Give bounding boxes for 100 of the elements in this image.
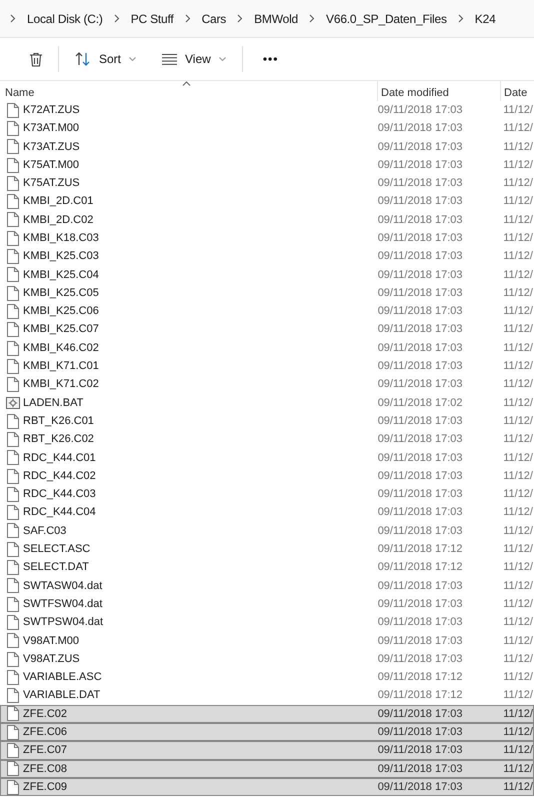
file-icon: [7, 614, 19, 630]
file-icon: [7, 468, 19, 484]
more-button[interactable]: •••: [254, 44, 286, 74]
file-icon: [7, 652, 19, 667]
file-row[interactable]: VARIABLE.ASC 09/11/2018 17:12 11/12/: [0, 668, 534, 686]
file-row[interactable]: SAF.C03 09/11/2018 17:03 11/12/: [0, 522, 534, 540]
sort-caret-icon: [182, 81, 191, 86]
date-modified: 09/11/2018 17:03: [378, 286, 464, 301]
date-cell-text: 11/12/: [503, 304, 533, 320]
date-cell-text: 11/12/: [503, 615, 533, 630]
file-row[interactable]: SELECT.DAT 09/11/2018 17:12 11/12/: [0, 558, 534, 577]
file-row[interactable]: RDC_K44.C02 09/11/2018 17:03 11/12/: [0, 466, 534, 486]
file-icon: [7, 688, 19, 704]
breadcrumb-item[interactable]: V66.0_SP_Daten_Files: [326, 10, 447, 28]
file-icon: [7, 505, 19, 520]
file-row[interactable]: KMBI_K71.C02 09/11/2018 17:03 11/12/: [0, 375, 534, 394]
file-row[interactable]: KMBI_K25.C06 09/11/2018 17:03 11/12/: [0, 302, 534, 321]
file-row[interactable]: RDC_K44.C03 09/11/2018 17:03 11/12/: [0, 485, 534, 504]
file-name: KMBI_K18.C03: [23, 230, 100, 246]
file-name: ZFE.C08: [23, 762, 68, 777]
date-modified: 09/11/2018 17:03: [378, 487, 464, 502]
date-cell-text: 11/12/: [503, 176, 533, 192]
date-cell-text: 11/12/: [503, 121, 533, 136]
file-name: KMBI_K25.C04: [23, 268, 100, 283]
file-row[interactable]: KMBI_K46.C02 09/11/2018 17:03 11/12/: [0, 338, 534, 358]
date-cell-text: 11/12/: [503, 102, 533, 118]
file-icon: [7, 120, 19, 136]
sort-button[interactable]: Sort: [71, 44, 140, 74]
file-row[interactable]: K73AT.ZUS 09/11/2018 17:03 11/12/: [0, 138, 534, 156]
file-row[interactable]: RDC_K44.C01 09/11/2018 17:03 11/12/: [0, 448, 534, 467]
breadcrumb-item[interactable]: PC Stuff: [130, 10, 174, 28]
file-row[interactable]: ZFE.C06 09/11/2018 17:03 11/12/: [0, 723, 534, 742]
breadcrumb-item[interactable]: BMWold: [254, 10, 298, 28]
file-row[interactable]: ZFE.C07 09/11/2018 17:03 11/12/: [0, 741, 534, 760]
file-icon: [7, 780, 19, 795]
file-row[interactable]: K73AT.M00 09/11/2018 17:03 11/12/: [0, 119, 534, 138]
file-row[interactable]: SWTASW04.dat 09/11/2018 17:03 11/12/: [0, 576, 534, 596]
file-row[interactable]: KMBI_K18.C03 09/11/2018 17:03 11/12/: [0, 229, 534, 248]
view-button[interactable]: View: [158, 44, 230, 74]
file-row[interactable]: RBT_K26.C01 09/11/2018 17:03 11/12/: [0, 412, 534, 430]
date-cell-text: 11/12/: [503, 340, 533, 356]
address-bar[interactable]: Local Disk (C:) PC Stuff Cars BMWold V66.0_SP_Daten_Files K24: [0, 0, 534, 38]
breadcrumb-item[interactable]: Cars: [202, 10, 226, 28]
file-row[interactable]: KMBI_K25.C05 09/11/2018 17:03 11/12/: [0, 284, 534, 302]
file-row[interactable]: KMBI_2D.C02 09/11/2018 17:03 11/12/: [0, 210, 534, 230]
file-icon: [7, 139, 19, 154]
file-icon: [7, 523, 19, 538]
file-name: K73AT.ZUS: [23, 140, 81, 154]
file-name: RDC_K44.C03: [23, 487, 97, 502]
file-row[interactable]: RDC_K44.C04 09/11/2018 17:03 11/12/: [0, 504, 534, 522]
file-row[interactable]: KMBI_2D.C01 09/11/2018 17:03 11/12/: [0, 192, 534, 211]
gear-file-icon: [6, 396, 20, 409]
file-row[interactable]: SWTPSW04.dat 09/11/2018 17:03 11/12/: [0, 613, 534, 632]
file-row[interactable]: K75AT.M00 09/11/2018 17:03 11/12/: [0, 156, 534, 174]
file-row[interactable]: SWTFSW04.dat 09/11/2018 17:03 11/12/: [0, 595, 534, 614]
file-row[interactable]: RBT_K26.C02 09/11/2018 17:03 11/12/: [0, 430, 534, 449]
date-modified: 09/11/2018 17:03: [378, 249, 464, 264]
file-name: K73AT.M00: [23, 121, 80, 136]
file-row[interactable]: V98AT.ZUS 09/11/2018 17:03 11/12/: [0, 650, 534, 668]
date-cell-text: 11/12/: [503, 487, 533, 502]
file-name: KMBI_K25.C06: [23, 304, 100, 320]
date-modified: 09/11/2018 17:03: [378, 268, 464, 283]
file-icon: [7, 194, 19, 210]
file-row[interactable]: K75AT.ZUS 09/11/2018 17:03 11/12/: [0, 174, 534, 192]
file-name: SELECT.DAT: [23, 560, 90, 576]
file-row[interactable]: SELECT.ASC 09/11/2018 17:12 11/12/: [0, 540, 534, 558]
date-modified: 09/11/2018 17:12: [378, 688, 464, 704]
file-row[interactable]: ZFE.C08 09/11/2018 17:03 11/12/: [0, 760, 534, 778]
file-row[interactable]: V98AT.M00 09/11/2018 17:03 11/12/: [0, 632, 534, 650]
file-name: RDC_K44.C02: [23, 468, 97, 484]
name-column-header[interactable]: Name: [0, 81, 377, 101]
breadcrumb-item[interactable]: K24: [474, 10, 496, 28]
date-cell-text: 11/12/: [503, 414, 533, 429]
file-icon: [7, 724, 19, 740]
file-name: K72AT.ZUS: [23, 102, 81, 118]
file-name: V98AT.M00: [23, 634, 80, 649]
date-cell-text: 11/12/: [503, 780, 533, 795]
file-row[interactable]: ZFE.C02 09/11/2018 17:03 11/12/: [0, 704, 534, 724]
date-modified: 09/11/2018 17:03: [378, 634, 464, 649]
file-row[interactable]: KMBI_K25.C04 09/11/2018 17:03 11/12/: [0, 266, 534, 284]
file-row[interactable]: KMBI_K71.C01 09/11/2018 17:03 11/12/: [0, 357, 534, 376]
file-icon: [7, 358, 19, 374]
file-name: V98AT.ZUS: [23, 652, 81, 667]
file-row[interactable]: KMBI_K25.C07 09/11/2018 17:03 11/12/: [0, 320, 534, 339]
file-name: SAF.C03: [23, 524, 68, 539]
file-row[interactable]: KMBI_K25.C03 09/11/2018 17:03 11/12/: [0, 247, 534, 266]
file-row[interactable]: VARIABLE.DAT 09/11/2018 17:12 11/12/: [0, 686, 534, 705]
date-column-header[interactable]: Date modified: [377, 81, 500, 101]
file-row[interactable]: LADEN.BAT 09/11/2018 17:02 11/12/: [0, 394, 534, 412]
column-header[interactable]: Date: [500, 81, 534, 101]
file-row[interactable]: K72AT.ZUS 09/11/2018 17:03 11/12/: [0, 101, 534, 120]
file-row[interactable]: ZFE.C09 09/11/2018 17:03 11/12/: [0, 778, 534, 796]
date-modified: 09/11/2018 17:03: [378, 524, 464, 539]
breadcrumb-item[interactable]: Local Disk (C:): [27, 10, 103, 28]
date-modified: 09/11/2018 17:03: [378, 340, 464, 356]
date-modified: 09/11/2018 17:03: [378, 578, 464, 594]
file-name: RBT_K26.C02: [23, 432, 95, 448]
file-icon: [7, 450, 19, 466]
file-name: KMBI_K25.C03: [23, 249, 100, 264]
file-icon: [7, 286, 19, 301]
